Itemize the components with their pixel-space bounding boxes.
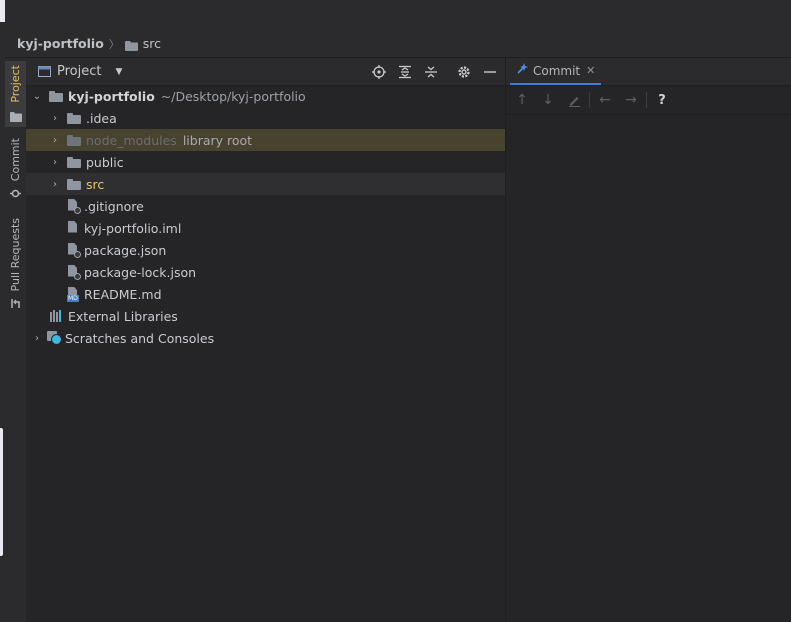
tree-item-gitignore[interactable]: .gitignore (26, 195, 505, 217)
project-view-icon (38, 66, 51, 77)
tab-commit[interactable]: Commit (5, 138, 26, 200)
tree-item-external-libraries[interactable]: External Libraries (26, 305, 505, 327)
expand-all-icon[interactable] (397, 64, 413, 80)
chevron-down-icon[interactable]: ⌄ (31, 91, 43, 102)
folder-icon (67, 112, 81, 124)
folder-icon (67, 178, 81, 190)
locate-icon[interactable] (371, 64, 387, 80)
tab-commit-window[interactable]: Commit ✕ (510, 58, 602, 85)
chevron-right-icon[interactable]: › (49, 135, 61, 146)
markdown-file-icon: MD (67, 286, 79, 302)
toolbar-divider (589, 92, 590, 108)
project-folder-icon (49, 90, 63, 102)
json-file-icon (67, 242, 81, 258)
tree-item-label: .idea (86, 110, 117, 126)
tree-item-label: src (86, 176, 105, 192)
chevron-right-icon: 〉 (108, 37, 120, 51)
tree-item-project-root[interactable]: ⌄ kyj-portfolio ~/Desktop/kyj-portfolio (26, 85, 505, 107)
tree-item-label: kyj-portfolio.iml (84, 220, 182, 236)
breadcrumb-src[interactable]: src (143, 36, 161, 51)
tree-item-iml[interactable]: kyj-portfolio.iml (26, 217, 505, 239)
tab-project-label: Project (9, 65, 22, 103)
arrow-down-icon[interactable]: ↓ (535, 92, 561, 108)
chevron-right-icon[interactable]: › (49, 113, 61, 124)
tab-pull-requests[interactable]: Pull Requests (5, 218, 26, 310)
tree-item-label: kyj-portfolio (68, 88, 155, 104)
libraries-icon (50, 310, 64, 322)
tree-item-label: Scratches and Consoles (65, 330, 215, 346)
close-icon[interactable]: ✕ (586, 64, 595, 77)
tree-item-package-json[interactable]: package.json (26, 239, 505, 261)
tree-item-public[interactable]: › public (26, 151, 505, 173)
chevron-right-icon[interactable]: › (49, 157, 61, 168)
tree-item-label: External Libraries (68, 308, 178, 324)
tree-item-label: .gitignore (84, 198, 144, 214)
chevron-down-icon[interactable]: ▼ (115, 67, 122, 77)
breadcrumb: kyj-portfolio 〉 src (5, 30, 791, 58)
commit-tab-label: Commit (533, 63, 581, 78)
project-panel-title[interactable]: Project (57, 64, 101, 79)
chevron-right-icon[interactable]: › (49, 179, 61, 190)
arrow-right-icon[interactable]: → (618, 92, 644, 108)
folder-icon (9, 107, 22, 126)
project-tree: ⌄ kyj-portfolio ~/Desktop/kyj-portfolio … (26, 85, 505, 349)
commit-toolbar: ↑ ↓ ← → ? (506, 86, 791, 115)
desktop-strip-mid (0, 428, 3, 556)
edit-icon[interactable] (561, 94, 587, 107)
commit-icon (10, 184, 21, 203)
tab-project[interactable]: Project (5, 61, 26, 127)
tab-pull-requests-label: Pull Requests (9, 218, 22, 292)
tree-item-label: package-lock.json (84, 264, 197, 280)
project-panel: Project ▼ ⌄ kyj-portfolio ~/Desktop/kyj-… (26, 58, 505, 622)
tree-item-node-modules[interactable]: › node_modules library root (26, 129, 505, 151)
help-icon[interactable]: ? (649, 93, 675, 108)
tree-item-label: README.md (84, 286, 162, 302)
tree-item-label: public (86, 154, 124, 170)
arrow-up-icon[interactable]: ↑ (509, 92, 535, 108)
pull-request-icon (10, 294, 21, 313)
tree-item-src[interactable]: › src (26, 173, 505, 195)
chevron-right-icon[interactable]: › (31, 333, 43, 344)
tab-commit-label: Commit (9, 138, 22, 182)
tree-item-label: node_modules (86, 132, 177, 148)
tree-item-path: ~/Desktop/kyj-portfolio (160, 88, 306, 104)
tool-window-strip: Project Commit Pull Requests (5, 58, 27, 622)
tree-item-readme[interactable]: MD README.md (26, 283, 505, 305)
commit-sparkle-icon (516, 63, 528, 78)
ide-window: kyj-portfolio 〉 src Project Commit Pull … (5, 0, 791, 622)
tree-item-library-root-tag: library root (182, 132, 253, 148)
project-panel-header: Project ▼ (26, 58, 505, 86)
tree-item-scratches[interactable]: › Scratches and Consoles (26, 327, 505, 349)
commit-tab-bar: Commit ✕ (506, 58, 791, 86)
commit-panel: Commit ✕ ↑ ↓ ← → ? (505, 58, 791, 622)
collapse-all-icon[interactable] (423, 64, 439, 80)
json-file-icon (67, 264, 81, 280)
folder-icon (67, 156, 81, 168)
scratches-icon (47, 331, 62, 345)
arrow-left-icon[interactable]: ← (592, 92, 618, 108)
toolbar-divider (646, 92, 647, 108)
minimize-icon[interactable] (482, 64, 498, 80)
gear-icon[interactable] (456, 64, 472, 80)
folder-icon (124, 39, 138, 51)
tree-item-idea[interactable]: › .idea (26, 107, 505, 129)
tree-item-label: package.json (84, 242, 167, 258)
title-bar (5, 0, 791, 30)
module-file-icon (67, 220, 79, 236)
breadcrumb-root[interactable]: kyj-portfolio (17, 36, 104, 51)
tree-item-package-lock-json[interactable]: package-lock.json (26, 261, 505, 283)
ignore-file-icon (67, 198, 81, 214)
folder-icon (67, 134, 81, 146)
